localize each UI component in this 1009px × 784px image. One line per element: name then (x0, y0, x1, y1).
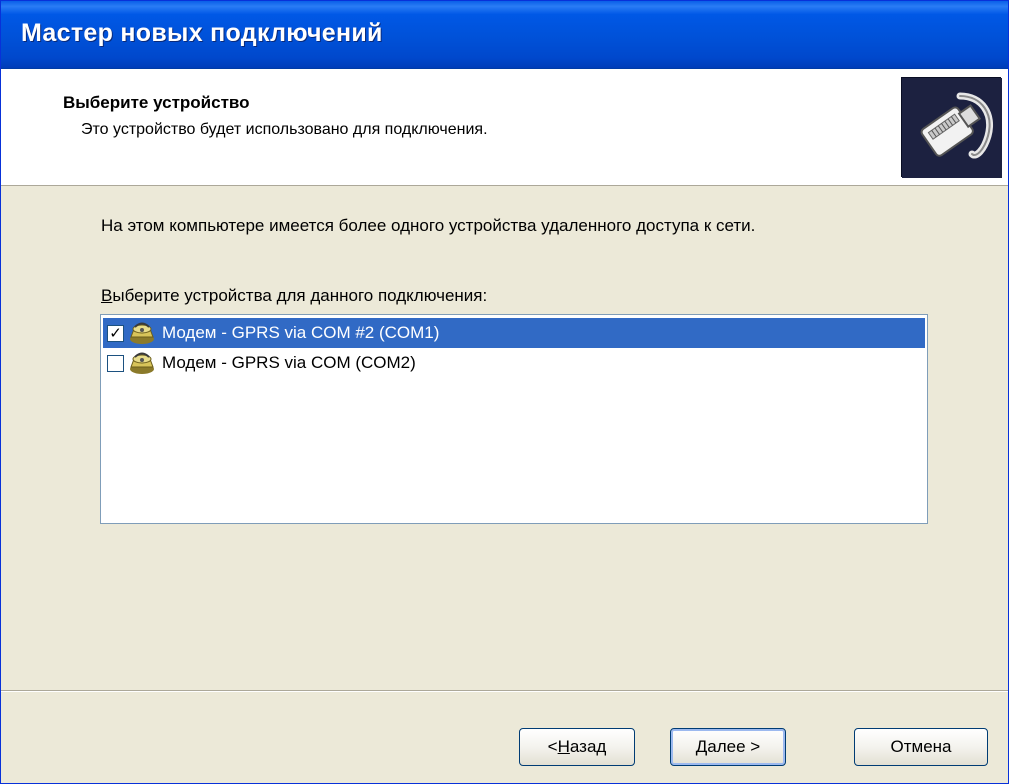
device-item-com1[interactable]: ✓ Модем - GPRS via COM #2 (COM1) (103, 318, 925, 348)
footer-separator (1, 690, 1008, 692)
back-accel: Н (557, 737, 570, 756)
title-bar[interactable]: Мастер новых подключений (1, 1, 1008, 69)
next-rest: алее > (707, 737, 761, 756)
network-cable-icon (901, 77, 1002, 178)
back-rest: азад (569, 737, 607, 756)
device-label: Модем - GPRS via COM #2 (COM1) (162, 323, 440, 342)
back-prefix: < (547, 737, 558, 756)
header-title: Выберите устройство (63, 93, 250, 112)
device-checkbox-com1[interactable]: ✓ (107, 324, 124, 342)
device-list[interactable]: ✓ Модем - GPRS via COM #2 (COM1) Модем -… (100, 314, 928, 524)
next-button[interactable]: Далее > (670, 728, 786, 766)
list-label-rest: ыберите устройства для данного подключен… (112, 286, 488, 305)
window-title: Мастер новых подключений (21, 19, 383, 47)
back-button[interactable]: < Назад (519, 728, 635, 766)
device-label: Модем - GPRS via COM (COM2) (162, 353, 416, 372)
header-subtitle: Это устройство будет использовано для по… (81, 121, 488, 138)
device-checkbox-com2[interactable] (107, 354, 124, 372)
modem-icon (130, 352, 154, 374)
cancel-button[interactable]: Отмена (854, 728, 988, 766)
next-accel: Д (695, 737, 708, 756)
list-label-accel: В (101, 286, 113, 305)
modem-icon (130, 322, 154, 344)
wizard-window: Мастер новых подключений Выберите устрой… (0, 0, 1009, 784)
device-item-com2[interactable]: Модем - GPRS via COM (COM2) (103, 348, 925, 378)
intro-text: На этом компьютере имеется более одного … (101, 216, 756, 235)
device-list-label: Выберите устройства для данного подключе… (101, 286, 487, 306)
